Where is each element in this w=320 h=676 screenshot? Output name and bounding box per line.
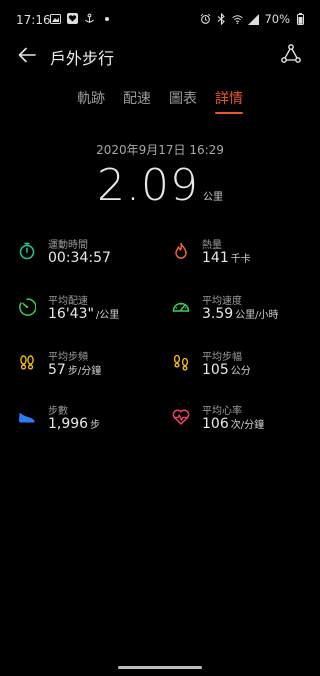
share-icon[interactable] [280,43,302,65]
metric-unit: 公里/小時 [235,310,279,321]
metric-unit: 千卡 [230,254,251,265]
wifi-icon [232,14,244,25]
metric-number: 3.59 [202,306,234,322]
tab-details[interactable]: 詳情 [215,88,243,114]
metric-value: 57 步/分鐘 [48,362,101,378]
app-header: 戶外步行 [0,40,320,72]
pace-gauge-icon [18,298,37,316]
metric-unit: /公里 [95,310,120,321]
metric-value: 3.59 公里/小時 [202,306,279,322]
distance-unit: 公里 [202,192,223,203]
tab-pace[interactable]: 配速 [123,88,151,114]
metric-avg-stride: 平均步幅 105 公分 [172,348,312,388]
stopwatch-icon [18,242,36,260]
metric-label: 平均步幅 [202,352,242,363]
metric-label: 平均心率 [202,406,242,417]
workout-datetime: 2020年9月17日 16:29 [96,143,224,157]
status-time: 17:16 [16,13,51,27]
metric-avg-cadence: 平均步頻 57 步/分鐘 [18,348,158,388]
tab-track[interactable]: 軌跡 [77,88,105,114]
metric-steps: 步數 1,996 步 [18,402,158,442]
battery-icon [295,13,306,25]
distance-value: 2.09 [97,160,199,211]
metric-unit: 公分 [230,366,251,377]
page-title: 戶外步行 [50,49,115,68]
metric-value: 1,996 步 [48,416,100,432]
flame-icon [172,242,190,260]
status-bar: 17:16 70% [0,0,320,38]
metric-number: 1,996 [48,416,89,432]
back-arrow-icon[interactable] [16,44,38,66]
footprints-icon [172,354,190,372]
notification-icons [50,13,112,24]
metric-number: 141 [202,250,229,266]
anchor-icon [84,13,95,24]
metric-avg-pace: 平均配速 16'43"/公里 [18,292,158,332]
heart-rate-icon [172,408,190,426]
metric-label: 平均速度 [202,296,242,307]
metric-value: 00:34:57 [48,250,113,266]
alarm-icon [200,13,211,25]
metric-value: 141 千卡 [202,250,251,266]
metric-unit: 步/分鐘 [67,366,102,377]
tab-charts[interactable]: 圖表 [169,88,197,114]
metric-number: 57 [48,362,66,378]
metric-value: 16'43"/公里 [48,306,119,322]
metric-number: 106 [202,416,229,432]
distance-summary: 2.09 公里 [0,160,320,211]
metric-value: 106 次/分鐘 [202,416,264,432]
metric-number: 105 [202,362,229,378]
metric-label: 步數 [48,406,68,417]
metric-unit: 次/分鐘 [230,420,265,431]
metric-label: 平均步頻 [48,352,88,363]
home-indicator[interactable] [118,666,202,669]
metric-label: 熱量 [202,240,222,251]
metric-label: 運動時間 [48,240,88,251]
metric-number: 00:34:57 [48,250,111,266]
tab-bar: 軌跡 配速 圖表 詳情 [0,88,320,114]
signal-icon [248,13,260,25]
metric-avg-heart-rate: 平均心率 106 次/分鐘 [172,402,312,442]
metric-label: 平均配速 [48,296,88,307]
speedometer-icon [172,298,190,316]
battery-percent: 70% [264,12,290,26]
health-icon [67,13,78,24]
metric-unit: 步 [90,420,101,431]
footprints-icon [18,354,36,372]
dot-icon [101,13,112,24]
metric-duration: 運動時間 00:34:57 [18,236,158,276]
metric-value: 105 公分 [202,362,251,378]
system-status-icons: 70% [200,12,306,26]
metric-calories: 熱量 141 千卡 [172,236,312,276]
bluetooth-icon [216,13,227,25]
metric-number: 16'43" [48,306,94,322]
metric-avg-speed: 平均速度 3.59 公里/小時 [172,292,312,332]
gallery-icon [50,13,61,24]
shoe-icon [18,408,36,426]
